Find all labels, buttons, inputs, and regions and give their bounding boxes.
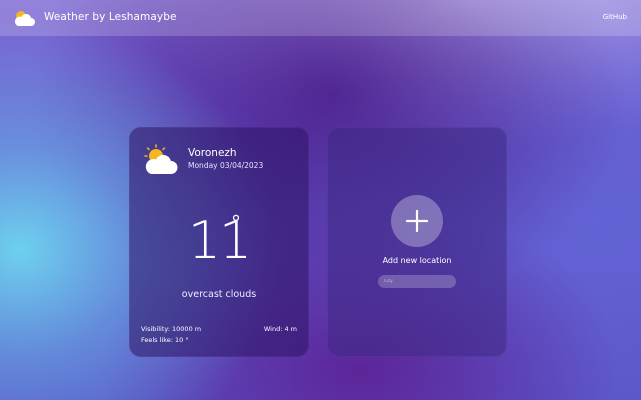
app-title: Weather by Leshamaybe xyxy=(44,11,177,23)
weather-description: overcast clouds xyxy=(181,289,257,300)
city-input[interactable] xyxy=(378,275,456,288)
sun-cloud-icon xyxy=(14,11,35,26)
city-name: Voronezh xyxy=(188,147,237,159)
visibility-value: Visibility: 10000 m xyxy=(141,325,202,333)
wind-value: Wind: 4 m xyxy=(263,325,297,333)
current-date: Monday 03/04/2023 xyxy=(188,161,264,170)
top-bar: Weather by Leshamaybe GitHub xyxy=(0,0,641,36)
sun-cloud-icon xyxy=(144,144,178,174)
github-link[interactable]: GitHub xyxy=(603,13,627,21)
temperature-value: 11 xyxy=(187,211,252,271)
plus-icon xyxy=(405,209,429,233)
add-location-label: Add new location xyxy=(382,256,452,265)
degree-symbol: ° xyxy=(231,211,241,235)
feels-like-value: Feels like: 10 ° xyxy=(141,336,189,344)
add-location-card: Add new location xyxy=(327,127,507,357)
weather-card: Voronezh Monday 03/04/2023 11 ° overcast… xyxy=(129,127,309,357)
add-location-button[interactable] xyxy=(391,195,443,247)
